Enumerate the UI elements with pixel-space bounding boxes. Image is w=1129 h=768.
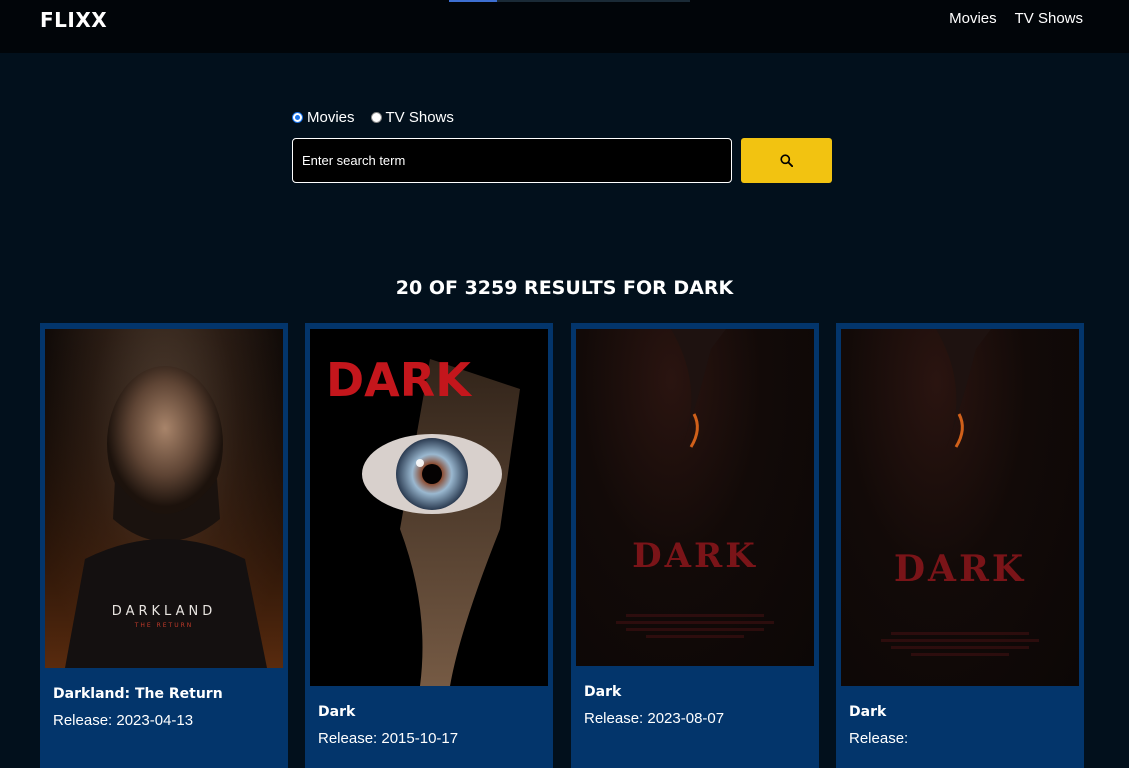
search-type-group: Movies TV Shows [292, 109, 454, 126]
site-header: FLIXX Movies TV Shows [0, 0, 1129, 53]
release-date: 2023-08-07 [647, 710, 725, 727]
search-icon [780, 154, 793, 167]
poster-image[interactable]: DARKLAND THE RETURN [45, 329, 283, 668]
poster-title-text: DARK [894, 548, 1026, 590]
poster-title-text: DARKLAND [112, 604, 216, 619]
search-button[interactable] [741, 138, 832, 183]
poster-image[interactable]: DARK [310, 329, 548, 686]
loading-progress-fill [449, 0, 498, 2]
release-date: 2023-04-13 [116, 712, 194, 729]
card-title[interactable]: Dark [318, 704, 355, 720]
loading-progress-bar [449, 0, 690, 2]
card-title[interactable]: Dark [849, 704, 886, 720]
search-input[interactable] [292, 138, 732, 183]
nav-link-tv-shows[interactable]: TV Shows [1015, 10, 1083, 27]
poster-artwork: DARK [881, 329, 1039, 656]
release-date: 2015-10-17 [381, 730, 459, 747]
result-card[interactable]: DARK Dark Release: 2015-10-17 [305, 323, 553, 768]
site-logo[interactable]: FLIXX [40, 8, 107, 32]
result-card[interactable]: DARK Dark Release: [836, 323, 1084, 768]
release-label: Release: [53, 712, 113, 729]
release-label: Release: [318, 730, 378, 747]
card-release: Release: 2023-04-13 [53, 712, 193, 729]
nav-link-movies[interactable]: Movies [949, 10, 997, 27]
radio-option-movies[interactable]: Movies [292, 109, 355, 126]
radio-label-tv-shows: TV Shows [385, 109, 454, 126]
card-title[interactable]: Dark [584, 684, 621, 700]
results-heading: 20 OF 3259 RESULTS FOR DARK [395, 277, 734, 299]
release-label: Release: [584, 710, 644, 727]
radio-tv-shows[interactable] [370, 112, 382, 123]
release-label: Release: [849, 730, 909, 747]
poster-artwork: DARK [616, 329, 774, 638]
poster-subtitle-text: THE RETURN [134, 622, 194, 629]
result-card[interactable]: DARKLAND THE RETURN Darkland: The Return… [40, 323, 288, 768]
card-release: Release: 2023-08-07 [584, 710, 724, 727]
poster-title-text: DARK [326, 353, 473, 407]
radio-option-tv-shows[interactable]: TV Shows [370, 109, 454, 126]
radio-movies[interactable] [292, 112, 303, 123]
poster-image[interactable]: DARK [576, 329, 814, 666]
card-title[interactable]: Darkland: The Return [53, 686, 223, 702]
radio-label-movies: Movies [307, 109, 355, 126]
poster-artwork: DARKLAND THE RETURN [45, 329, 283, 668]
poster-artwork: DARK [326, 353, 520, 686]
result-card[interactable]: DARK Dark Release: 2023-08-07 [571, 323, 819, 768]
poster-image[interactable]: DARK [841, 329, 1079, 686]
card-release: Release: 2015-10-17 [318, 730, 458, 747]
card-release: Release: [849, 730, 908, 747]
poster-title-text: DARK [632, 536, 758, 576]
main-nav: Movies TV Shows [949, 10, 1083, 27]
